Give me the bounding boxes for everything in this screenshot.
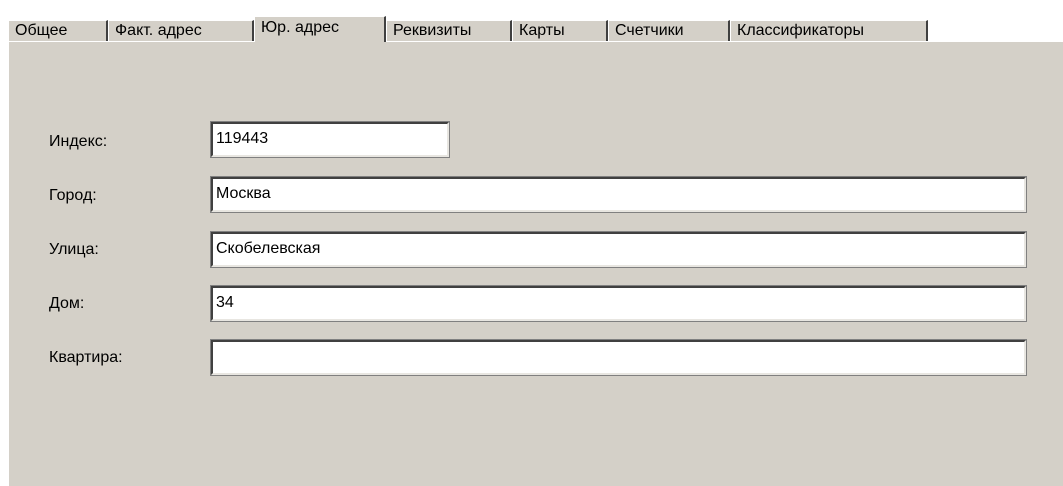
tab-classifiers[interactable]: Классификаторы xyxy=(730,20,928,42)
street-label: Улица: xyxy=(49,241,99,258)
tab-cards[interactable]: Карты xyxy=(512,20,608,42)
index-input[interactable]: 119443 xyxy=(210,121,450,158)
house-label: Дом: xyxy=(49,295,85,312)
house-input[interactable]: 34 xyxy=(210,285,1027,322)
city-label: Город: xyxy=(49,187,97,204)
street-input[interactable]: Скобелевская xyxy=(210,231,1027,268)
tab-actual-address[interactable]: Факт. адрес xyxy=(108,20,254,42)
apartment-input[interactable] xyxy=(210,339,1027,376)
legal-address-panel: Индекс: 119443 Город: Москва Улица: Скоб… xyxy=(8,41,1063,486)
city-input[interactable]: Москва xyxy=(210,176,1027,213)
tab-strip: Общее Факт. адрес Юр. адрес Реквизиты Ка… xyxy=(0,16,1063,42)
index-label: Индекс: xyxy=(49,133,108,150)
tab-requisites[interactable]: Реквизиты xyxy=(386,20,512,42)
tab-counters[interactable]: Счетчики xyxy=(608,20,730,42)
tab-legal-address[interactable]: Юр. адрес xyxy=(254,16,386,42)
apartment-label: Квартира: xyxy=(49,349,123,366)
tab-general[interactable]: Общее xyxy=(8,20,108,42)
